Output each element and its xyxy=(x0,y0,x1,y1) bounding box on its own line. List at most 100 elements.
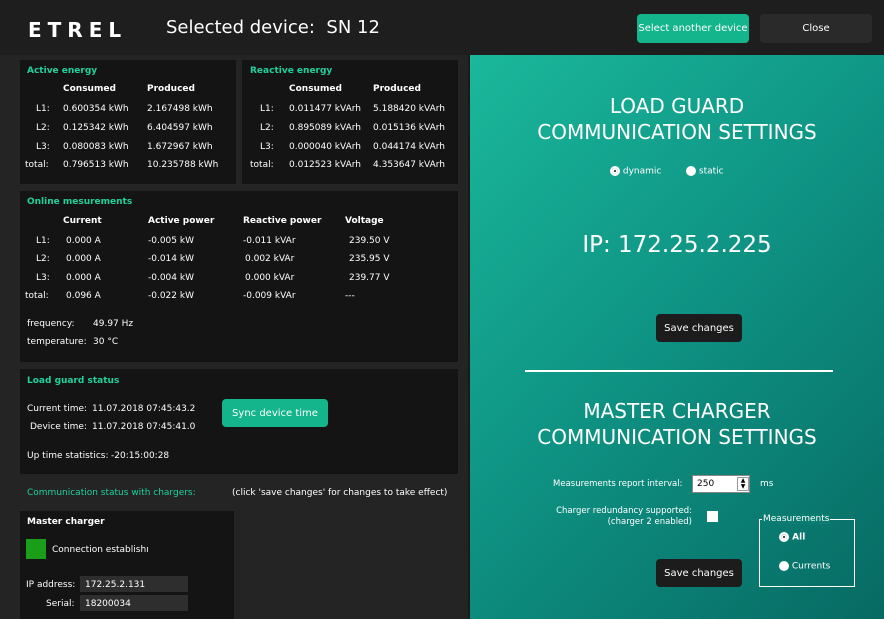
ip-address-value: 172.25.2.131 xyxy=(85,580,146,590)
spin-arrows-icon[interactable]: ▲ ▼ xyxy=(737,477,749,491)
active-produced-value: 1.672967 kWh xyxy=(147,142,213,152)
section-divider xyxy=(525,370,833,372)
reactive-power-value: -0.009 kVAr xyxy=(243,291,296,301)
active-row-label: L1: xyxy=(36,104,50,114)
reactive-consumed-value: 0.895089 kVArh xyxy=(289,123,361,133)
voltage-value: 235.95 V xyxy=(349,254,390,264)
redundancy-label-line2: (charger 2 enabled) xyxy=(607,517,692,527)
active-consumed-value: 0.796513 kWh xyxy=(63,160,129,170)
online-measurements-title: Online mesurements xyxy=(27,197,133,207)
selected-device-title: Selected device: SN 12 xyxy=(166,17,380,38)
reactive-consumed-header: Consumed xyxy=(289,84,342,94)
reactive-produced-value: 0.044174 kVArh xyxy=(373,142,445,152)
active-consumed-value: 0.600354 kWh xyxy=(63,104,129,114)
master-title-line1: MASTER CHARGER xyxy=(583,399,771,423)
master-charger-settings-title: MASTER CHARGER COMMUNICATION SETTINGS xyxy=(470,398,884,450)
active-consumed-value: 0.080083 kWh xyxy=(63,142,129,152)
load-guard-status-title: Load guard status xyxy=(27,376,120,386)
voltage-header: Voltage xyxy=(345,216,384,226)
redundancy-checkbox[interactable] xyxy=(707,511,718,522)
active-power-value: -0.004 kW xyxy=(148,273,194,283)
reactive-row-label: L2: xyxy=(260,123,274,133)
redundancy-label-line1: Charger redundancy supported: xyxy=(556,506,692,516)
online-row-label: L3: xyxy=(36,273,50,283)
redundancy-label: Charger redundancy supported: (charger 2… xyxy=(545,506,692,528)
active-produced-header: Produced xyxy=(147,84,195,94)
active-row-label: total: xyxy=(25,160,49,170)
comm-note: (click 'save changes' for changes to tak… xyxy=(232,488,448,498)
radio-selected-icon xyxy=(610,166,620,176)
reactive-produced-header: Produced xyxy=(373,84,421,94)
master-title-line2: COMMUNICATION SETTINGS xyxy=(537,425,817,449)
connection-status-text: Connection establishı xyxy=(52,545,149,555)
ip-address-label: IP address: xyxy=(26,580,76,590)
active-energy-title: Active energy xyxy=(27,66,98,76)
header-bar xyxy=(0,0,884,55)
all-radio[interactable]: All xyxy=(779,532,805,543)
active-row-label: L2: xyxy=(36,123,50,133)
load-guard-ip: IP: 172.25.2.225 xyxy=(470,232,884,258)
online-row-label: L1: xyxy=(36,236,50,246)
load-guard-title-line2: COMMUNICATION SETTINGS xyxy=(537,120,817,144)
static-radio[interactable]: static xyxy=(686,166,724,177)
currents-label: Currents xyxy=(791,561,831,572)
active-consumed-header: Consumed xyxy=(63,84,116,94)
etrel-logo: ETREL xyxy=(28,18,128,42)
reactive-power-value: -0.011 kVAr xyxy=(243,236,296,246)
reactive-power-header: Reactive power xyxy=(243,216,322,226)
serial-value: 18200034 xyxy=(85,599,131,609)
active-consumed-value: 0.125342 kWh xyxy=(63,123,129,133)
close-button[interactable]: Close xyxy=(760,14,872,43)
current-time-label: Current time: xyxy=(27,404,88,414)
temperature-value: 30 °C xyxy=(93,337,119,347)
currents-radio[interactable]: Currents xyxy=(779,561,830,572)
active-power-value: -0.005 kW xyxy=(148,236,194,246)
sync-device-time-button[interactable]: Sync device time xyxy=(222,399,328,427)
device-time-value: 11.07.2018 07:45:41.0 xyxy=(92,422,196,432)
uptime-value: -20:15:00:28 xyxy=(111,451,170,461)
reactive-consumed-value: 0.012523 kVArh xyxy=(289,160,361,170)
active-produced-value: 10.235788 kWh xyxy=(147,160,219,170)
interval-unit: ms xyxy=(760,479,774,489)
ip-value: 172.25.2.225 xyxy=(618,232,772,258)
frequency-value: 49.97 Hz xyxy=(93,319,134,329)
current-time-value: 11.07.2018 07:45:43.2 xyxy=(92,404,196,414)
voltage-value: 239.77 V xyxy=(349,273,390,283)
energy-divider xyxy=(236,60,242,184)
interval-spinbox[interactable]: 250 ▲ ▼ xyxy=(692,475,750,493)
active-power-value: -0.014 kW xyxy=(148,254,194,264)
device-time-label: Device time: xyxy=(30,422,88,432)
active-row-label: L3: xyxy=(36,142,50,152)
reactive-power-value: 0.002 kVAr xyxy=(245,254,295,264)
radio-unselected-icon xyxy=(686,166,696,176)
serial-label: Serial: xyxy=(46,599,75,609)
load-guard-settings-title: LOAD GUARD COMMUNICATION SETTINGS xyxy=(470,93,884,145)
selected-device-label: Selected device: xyxy=(166,17,315,38)
master-save-button[interactable]: Save changes xyxy=(656,559,742,587)
dynamic-radio[interactable]: dynamic xyxy=(610,166,661,177)
radio-unselected-icon xyxy=(779,561,789,571)
reactive-energy-title: Reactive energy xyxy=(250,66,333,76)
active-power-value: -0.022 kW xyxy=(148,291,194,301)
static-label: static xyxy=(698,166,724,177)
comm-status-title: Communication status with chargers: xyxy=(27,488,196,498)
all-label: All xyxy=(792,532,806,543)
reactive-produced-value: 4.353647 kVArh xyxy=(373,160,445,170)
dynamic-label: dynamic xyxy=(622,166,662,177)
reactive-produced-value: 0.015136 kVArh xyxy=(373,123,445,133)
active-power-header: Active power xyxy=(148,216,215,226)
online-row-label: total: xyxy=(25,291,49,301)
selected-device-id: SN 12 xyxy=(326,17,380,38)
frequency-label: frequency: xyxy=(27,319,75,329)
voltage-value: --- xyxy=(345,291,355,301)
active-produced-value: 2.167498 kWh xyxy=(147,104,213,114)
load-guard-save-button[interactable]: Save changes xyxy=(656,314,742,342)
select-another-device-button[interactable]: Select another device xyxy=(637,14,749,43)
reactive-consumed-value: 0.000040 kVArh xyxy=(289,142,361,152)
reactive-row-label: L1: xyxy=(260,104,274,114)
voltage-value: 239.50 V xyxy=(349,236,390,246)
reactive-power-value: 0.000 kVAr xyxy=(245,273,295,283)
radio-selected-icon xyxy=(779,532,789,542)
reactive-row-label: L3: xyxy=(260,142,274,152)
reactive-row-label: total: xyxy=(250,160,274,170)
